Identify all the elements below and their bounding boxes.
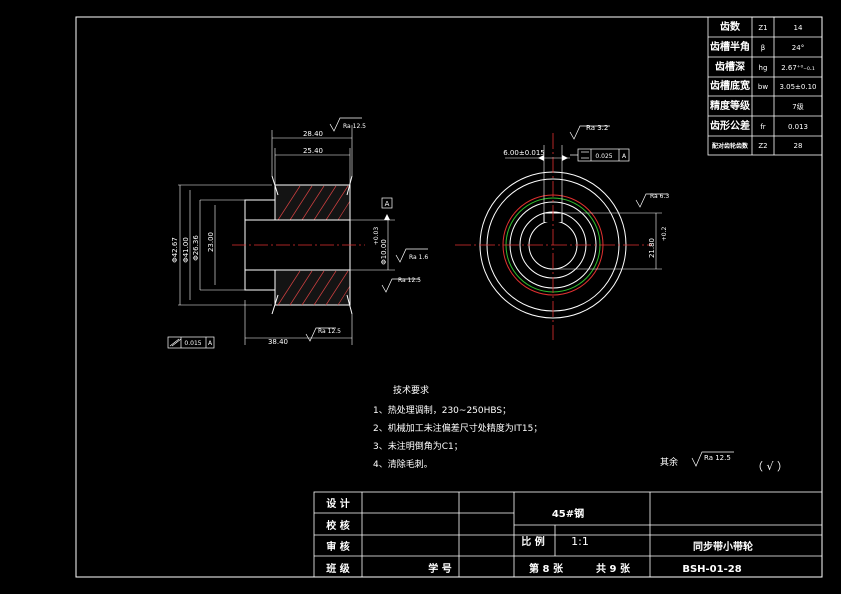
param-sym-1: β (761, 44, 765, 52)
rest-mark: （ √ ） (752, 460, 788, 473)
param-val-3: 3.05±0.10 (779, 83, 816, 91)
param-val-0: 14 (794, 24, 803, 32)
param-sym-0: Z1 (758, 24, 767, 32)
title-block-text: 设 计 校 核 审 核 班 级 学 号 45#钢 比 例 1:1 第 8 张 共… (326, 497, 753, 575)
param-name-4: 精度等级 (710, 99, 751, 112)
tol-keyway-datum: A (622, 153, 627, 160)
param-name-3: 齿槽底宽 (710, 79, 750, 92)
param-name-5: 齿形公差 (710, 119, 750, 132)
tb-scale-label: 比 例 (521, 535, 544, 548)
datum-a-top: A (385, 200, 390, 208)
tb-part-name: 同步带小带轮 (693, 540, 753, 553)
param-name-2: 齿槽深 (715, 60, 745, 73)
tb-class-label: 班 级 (326, 562, 350, 575)
ra-16-bore: Ra 1.6 (409, 254, 428, 261)
dim-width-25: 25.40 (303, 147, 323, 155)
dim-dia-23: 23.00 (207, 232, 215, 252)
dim-keyway-tol: +0.2 (661, 227, 668, 242)
param-sym-5: fr (760, 123, 765, 131)
tb-design-label: 设 计 (326, 497, 349, 510)
note-item-1: 1、热处理调制，230~250HBS； (373, 404, 511, 416)
param-name-0: 齿数 (720, 20, 741, 33)
title-block (313, 491, 823, 578)
dim-dia-42: Φ42.67 (171, 237, 179, 263)
rest-label: 其余 (660, 456, 678, 468)
parameter-rows: 齿数 Z1 14 齿槽半角 β 24° 齿槽深 hg 2.67⁺⁰₋₀.₁ 齿槽… (710, 20, 817, 150)
tb-total: 共 9 张 (596, 562, 631, 575)
param-name-1: 齿槽半角 (710, 40, 750, 53)
ra-12-bottom: Ra 12.5 (318, 328, 341, 335)
tol-frame-value: 0.015 (184, 340, 201, 347)
tol-keyway-value: 0.025 (595, 153, 612, 160)
ra-63-end: Ra 6.3 (650, 193, 669, 200)
notes-title: 技术要求 (393, 384, 429, 396)
param-val-6: 28 (794, 142, 803, 150)
param-sym-6: Z2 (758, 142, 767, 150)
tb-material: 45#钢 (552, 507, 584, 520)
ra-12-side: Ra 12.5 (398, 277, 421, 284)
default-roughness: 其余 Ra 12.5 （ √ ） (660, 451, 788, 473)
param-sym-3: bw (758, 83, 768, 91)
param-val-4: 7级 (792, 102, 803, 111)
ra-32-keyway: Ra 3.2 (586, 124, 608, 132)
dim-width-28: 28.40 (303, 130, 323, 138)
dim-keyway-width: 6.00±0.015 (503, 149, 545, 157)
note-item-2: 2、机械加工未注偏差尺寸处精度为IT15； (373, 422, 542, 434)
param-val-1: 24° (792, 44, 804, 52)
section-view-dims: 28.40 25.40 38.40 Φ42.67 Φ41.00 Φ26.36 2… (171, 123, 428, 347)
end-view (455, 125, 668, 340)
technical-notes: 技术要求 1、热处理调制，230~250HBS； 2、机械加工未注偏差尺寸处精度… (373, 384, 542, 470)
tb-scale-value: 1:1 (571, 535, 589, 548)
dim-dia-26: Φ26.36 (192, 235, 200, 261)
param-sym-2: hg (759, 64, 768, 72)
tb-drawing-code: BSH-01-28 (682, 564, 741, 575)
dim-dia-41: Φ41.00 (182, 237, 190, 263)
ra-12-top: Ra 12.5 (343, 123, 366, 130)
dim-bore-tol: +0.03 (373, 227, 380, 246)
tb-sheet: 第 8 张 (529, 562, 564, 575)
dim-width-38: 38.40 (268, 338, 288, 346)
note-item-3: 3、未注明倒角为C1； (373, 440, 463, 452)
param-name-6: 配对齿轮齿数 (712, 142, 749, 150)
param-val-2: 2.67⁺⁰₋₀.₁ (781, 64, 815, 72)
note-item-4: 4、清除毛刺。 (373, 458, 433, 470)
drawing-canvas: 齿数 Z1 14 齿槽半角 β 24° 齿槽深 hg 2.67⁺⁰₋₀.₁ 齿槽… (75, 16, 823, 578)
tol-frame-datum: A (208, 340, 213, 347)
dim-keyway-depth: 21.80 (648, 238, 656, 258)
tb-review-label: 审 核 (326, 540, 349, 553)
tb-student-no-label: 学 号 (428, 562, 451, 575)
end-view-dims: 6.00±0.015 0.025 A Ra 3.2 Ra 6.3 21.80 +… (503, 124, 669, 258)
tb-check-label: 校 核 (326, 519, 349, 532)
rest-ra: Ra 12.5 (704, 454, 731, 462)
dim-bore-10: Φ10.00 (380, 239, 388, 265)
param-val-5: 0.013 (788, 123, 808, 131)
